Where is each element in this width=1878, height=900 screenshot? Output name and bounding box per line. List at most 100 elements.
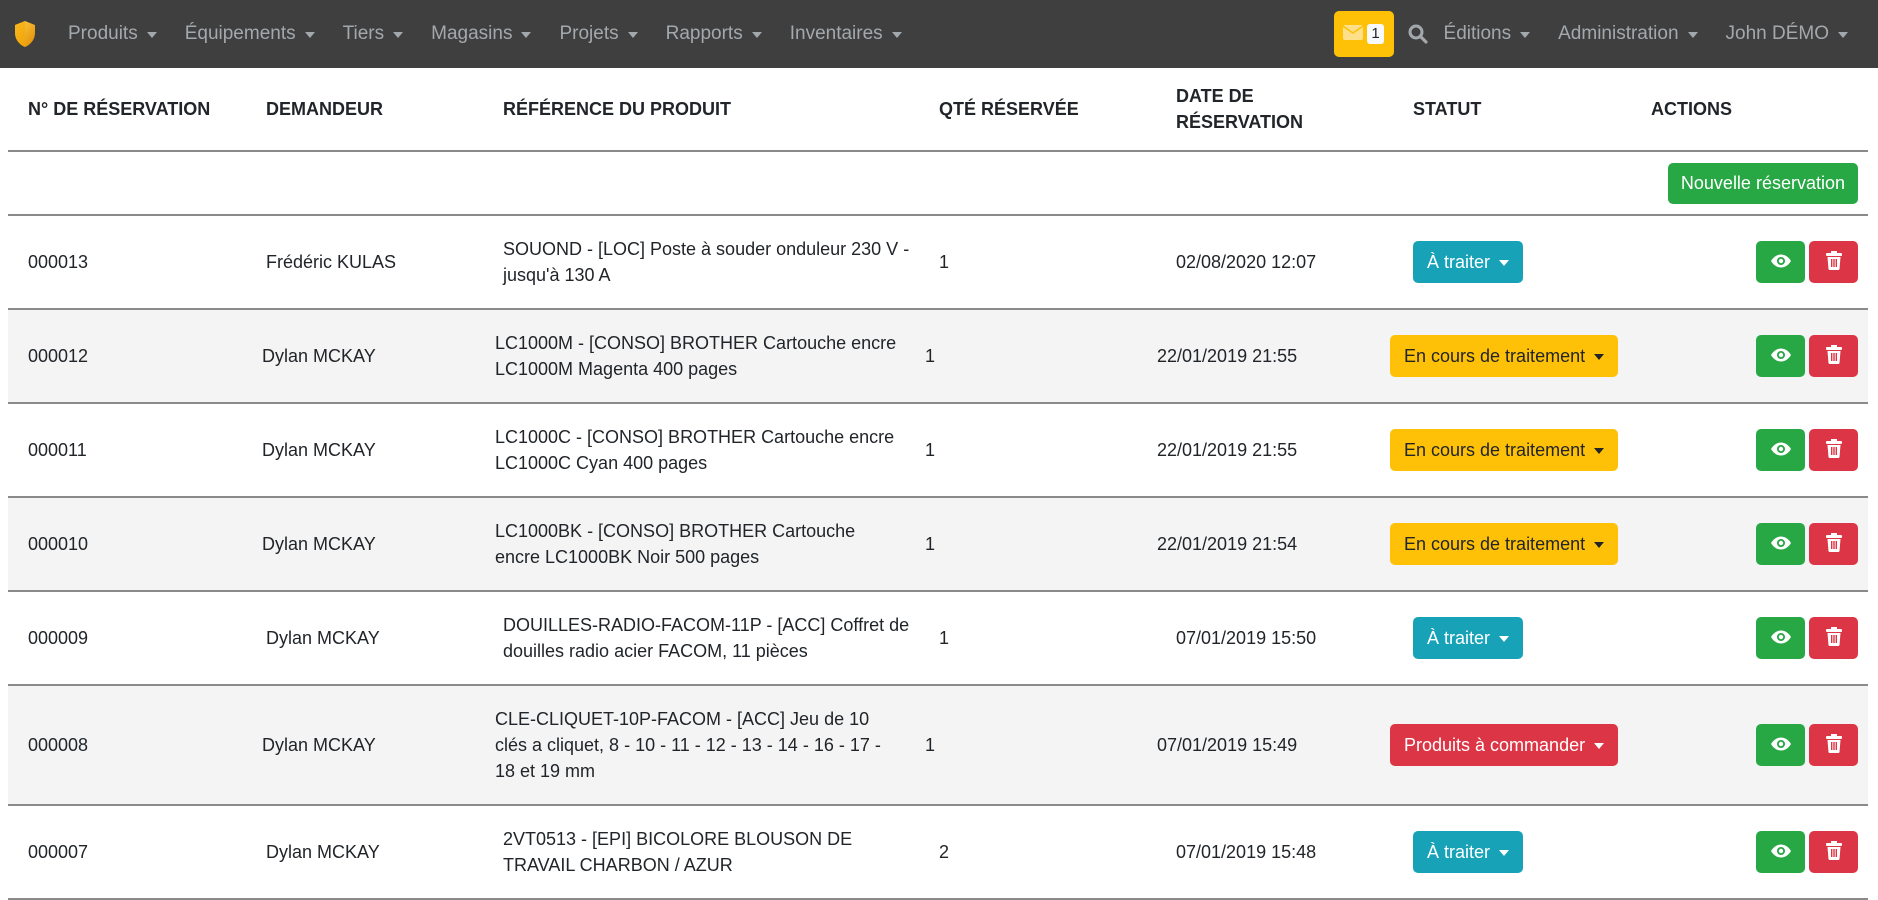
envelope-icon [1342,24,1364,45]
status-dropdown[interactable]: Produits à commander [1390,724,1619,766]
reserved-quantity: 1 [925,440,936,460]
nav-editions[interactable]: Éditions [1444,23,1531,45]
reservation-number[interactable]: 000009 [28,625,88,651]
nav-rapports[interactable]: Rapports [666,23,762,45]
navbar-right: 1 Éditions Administration John DÉMO [1333,0,1878,68]
view-button[interactable] [1756,429,1805,471]
reservation-date: 02/08/2020 12:07 [1176,252,1317,272]
status-label: En cours de traitement [1404,440,1586,460]
caret-down-icon [891,32,902,38]
view-button[interactable] [1756,241,1805,283]
reservation-number[interactable]: 000010 [28,531,88,557]
reservation-date: 07/01/2019 15:50 [1176,628,1317,648]
reserved-quantity: 1 [925,346,936,366]
table-row: 000010 Dylan MCKAY LC1000BK - [CONSO] BR… [8,498,1868,592]
status-dropdown[interactable]: En cours de traitement [1390,335,1619,377]
product-reference: 2VT0513 - [EPI] BICOLORE BLOUSON DE TRAV… [503,829,853,875]
nav-inventaires[interactable]: Inventaires [790,23,902,45]
caret-down-icon [1594,354,1605,360]
caret-down-icon [1687,32,1698,38]
search-icon[interactable] [1408,24,1428,44]
reserved-quantity: 1 [925,735,936,755]
nav-administration[interactable]: Administration [1558,23,1698,45]
delete-button[interactable] [1809,724,1858,766]
requester-name: Dylan MCKAY [266,628,380,648]
product-reference: LC1000BK - [CONSO] BROTHER Cartouche enc… [495,521,856,567]
caret-down-icon [751,32,762,38]
header-actions: ACTIONS [1651,99,1732,119]
caret-down-icon [521,32,532,38]
delete-button[interactable] [1809,429,1858,471]
view-button[interactable] [1756,724,1805,766]
row-actions [1756,335,1858,377]
status-dropdown[interactable]: À traiter [1413,241,1524,283]
view-button[interactable] [1756,523,1805,565]
reservation-number[interactable]: 000013 [28,249,88,275]
reserved-quantity: 1 [925,534,936,554]
delete-button[interactable] [1809,335,1858,377]
requester-name: Dylan MCKAY [262,346,376,366]
header-number[interactable]: N° DE RÉSERVATION [28,96,210,122]
nav-magasins[interactable]: Magasins [431,23,532,45]
reservation-date: 07/01/2019 15:48 [1176,842,1317,862]
delete-button[interactable] [1809,617,1858,659]
delete-button[interactable] [1809,831,1858,873]
requester-name: Frédéric KULAS [266,252,397,272]
caret-down-icon [1499,850,1510,856]
row-actions [1756,523,1858,565]
reservation-number[interactable]: 000011 [28,437,87,463]
view-button[interactable] [1756,617,1805,659]
reservation-date: 22/01/2019 21:55 [1157,440,1298,460]
trash-icon [1825,345,1842,367]
table-row: 000013 Frédéric KULAS SOUOND - [LOC] Pos… [8,216,1868,310]
nav-user-menu[interactable]: John DÉMO [1726,23,1848,45]
reservation-date: 22/01/2019 21:55 [1157,346,1298,366]
shield-icon[interactable] [14,19,40,49]
caret-down-icon [1594,542,1605,548]
reservation-date: 07/01/2019 15:49 [1157,735,1298,755]
table-row: 000009 Dylan MCKAY DOUILLES-RADIO-FACOM-… [8,592,1868,686]
header-quantity[interactable]: QTÉ RÉSERVÉE [939,96,1079,122]
header-date[interactable]: DATE DE RÉSERVATION [1176,83,1303,135]
status-dropdown[interactable]: En cours de traitement [1390,429,1619,471]
nav-equipements[interactable]: Équipements [185,23,315,45]
reservation-number[interactable]: 000012 [28,343,88,369]
requester-name: Dylan MCKAY [262,735,376,755]
nav-tiers[interactable]: Tiers [343,23,404,45]
requester-name: Dylan MCKAY [262,440,376,460]
delete-button[interactable] [1809,241,1858,283]
status-dropdown[interactable]: En cours de traitement [1390,523,1619,565]
product-reference: LC1000C - [CONSO] BROTHER Cartouche encr… [495,427,895,473]
header-product[interactable]: RÉFÉRENCE DU PRODUIT [503,96,731,122]
reservation-number[interactable]: 000007 [28,839,88,865]
caret-down-icon [1838,32,1848,38]
eye-icon [1770,844,1792,861]
caret-down-icon [1594,448,1605,454]
delete-button[interactable] [1809,523,1858,565]
messages-button[interactable]: 1 [1333,11,1394,57]
eye-icon [1770,348,1792,365]
header-requester[interactable]: DEMANDEUR [266,96,383,122]
view-button[interactable] [1756,335,1805,377]
trash-icon [1825,439,1842,461]
nav-produits[interactable]: Produits [68,23,157,45]
caret-down-icon [146,32,157,38]
status-dropdown[interactable]: À traiter [1413,831,1524,873]
eye-icon [1770,737,1792,754]
product-reference: CLE-CLIQUET-10P-FACOM - [ACC] Jeu de 10 … [495,709,881,781]
requester-name: Dylan MCKAY [262,534,376,554]
reservation-number[interactable]: 000008 [28,732,88,758]
row-actions [1756,241,1858,283]
new-reservation-button[interactable]: Nouvelle réservation [1667,163,1858,204]
header-status[interactable]: STATUT [1413,96,1481,122]
table-row: 000012 Dylan MCKAY LC1000M - [CONSO] BRO… [8,310,1868,404]
caret-down-icon [1520,32,1531,38]
row-actions [1756,429,1858,471]
status-dropdown[interactable]: À traiter [1413,617,1524,659]
table-header: N° DE RÉSERVATION DEMANDEUR RÉFÉRENCE DU… [8,68,1868,152]
product-reference: DOUILLES-RADIO-FACOM-11P - [ACC] Coffret… [503,615,910,661]
view-button[interactable] [1756,831,1805,873]
row-actions [1756,831,1858,873]
caret-down-icon [304,32,315,38]
nav-projets[interactable]: Projets [559,23,638,45]
